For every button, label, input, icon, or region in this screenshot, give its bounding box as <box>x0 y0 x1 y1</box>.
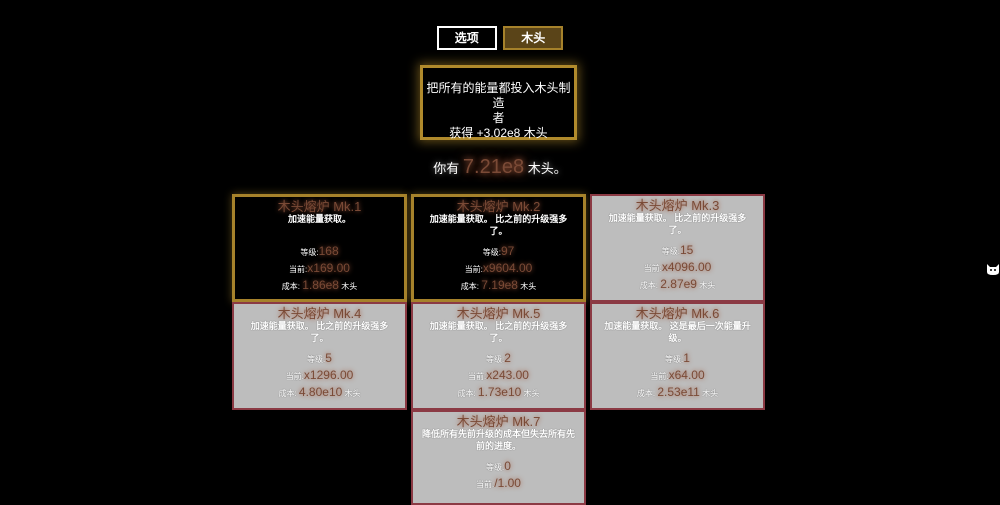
current-label: 当前: <box>464 265 483 274</box>
upgrade-card-mk7[interactable]: 木头熔炉 Mk.7 降低所有先前升级的成本但失去所有先前的进度。 等级:0 当前:/1… <box>411 410 586 505</box>
current-value: /1.00 <box>494 476 521 490</box>
cost-unit: 木头 <box>520 282 537 291</box>
upgrade-level: 等级:97 <box>414 243 583 260</box>
current-value: x64.00 <box>668 368 705 382</box>
upgrade-level: 等级:1 <box>592 350 763 367</box>
upgrade-current: 当前:x243.00 <box>413 367 584 384</box>
cost-unit: 木头 <box>341 282 358 291</box>
level-label: 等级: <box>486 463 505 472</box>
invest-button-line-1: 把所有的能量都投入木头制造 <box>426 81 571 110</box>
upgrade-current: 当前:x4096.00 <box>592 259 763 276</box>
upgrade-level: 等级:0 <box>413 458 584 475</box>
cost-label: 成本: <box>457 389 476 398</box>
cost-label: 成本: <box>281 282 301 291</box>
upgrade-cost: 成本: 2.53e11 木头 <box>592 384 763 401</box>
resource-amount: 7.21e8 <box>462 156 525 178</box>
level-label: 等级: <box>307 355 326 364</box>
invest-energy-button[interactable]: 把所有的能量都投入木头制造 者 获得 +3.02e8 木头 <box>420 65 577 140</box>
level-value: 1 <box>683 351 690 365</box>
upgrade-cost: 成本: 7.19e8 木头 <box>414 277 583 294</box>
level-value: 168 <box>318 244 339 258</box>
current-value: x169.00 <box>307 261 350 275</box>
upgrade-description: 加速能量获取。 比之前的升级强多了。 <box>429 214 568 236</box>
cost-value: 4.80e10 <box>298 385 343 399</box>
upgrade-title: 木头熔炉 Mk.6 <box>635 306 720 321</box>
upgrade-description: 降低所有先前升级的成本但失去所有先前的进度。 <box>421 429 575 451</box>
upgrade-level: 等级:5 <box>234 350 405 367</box>
upgrade-cost: 成本: 1.86e8 木头 <box>235 277 404 294</box>
cost-label: 成本: <box>639 281 659 290</box>
current-label: 当前: <box>650 372 669 381</box>
current-label: 当前: <box>285 372 304 381</box>
level-value: 15 <box>679 243 694 257</box>
cost-unit: 木头 <box>523 389 540 398</box>
upgrade-title: 木头熔炉 Mk.5 <box>456 306 541 321</box>
resource-suffix: 木头。 <box>527 161 567 176</box>
upgrade-current: 当前:x1296.00 <box>234 367 405 384</box>
cost-value: 1.73e10 <box>477 385 522 399</box>
level-label: 等级: <box>661 247 680 256</box>
cat-face-icon[interactable] <box>986 262 1000 278</box>
cost-value: 1.86e8 <box>302 278 339 292</box>
level-label: 等级: <box>300 248 319 257</box>
cost-unit: 木头 <box>699 281 716 290</box>
upgrade-card-mk6[interactable]: 木头熔炉 Mk.6 加速能量获取。 这是最后一次能量升级。 等级:1 当前:x64.0… <box>590 302 765 410</box>
cost-unit: 木头 <box>344 389 361 398</box>
current-value: x9604.00 <box>482 261 533 275</box>
upgrade-cost: 成本: 2.87e9 木头 <box>592 276 763 293</box>
level-value: 2 <box>504 351 511 365</box>
upgrade-title: 木头熔炉 Mk.2 <box>456 199 541 214</box>
invest-button-line-2: 者 <box>492 111 505 125</box>
tab-wood[interactable]: 木头 <box>503 26 564 50</box>
cost-label: 成本: <box>278 389 297 398</box>
cost-value: 2.87e9 <box>660 277 697 291</box>
upgrade-description: 加速能量获取。 比之前的升级强多了。 <box>250 321 389 343</box>
upgrade-title: 木头熔炉 Mk.4 <box>277 306 362 321</box>
upgrade-card-mk3[interactable]: 木头熔炉 Mk.3 加速能量获取。 比之前的升级强多了。 等级:15 当前:x4096… <box>590 194 765 302</box>
cost-unit: 木头 <box>702 389 719 398</box>
upgrade-card-mk5[interactable]: 木头熔炉 Mk.5 加速能量获取。 比之前的升级强多了。 等级:2 当前:x243.0… <box>411 302 586 410</box>
upgrade-current: 当前:/1.00 <box>413 475 584 492</box>
level-value: 97 <box>500 244 515 258</box>
upgrade-description: 加速能量获取。 这是最后一次能量升级。 <box>604 321 751 343</box>
upgrade-level: 等级:15 <box>592 242 763 259</box>
upgrade-level: 等级:2 <box>413 350 584 367</box>
upgrade-cost: 成本: 4.80e10 木头 <box>234 384 405 401</box>
level-label: 等级: <box>482 248 501 257</box>
upgrade-description: 加速能量获取。 <box>287 214 351 224</box>
upgrade-current: 当前:x169.00 <box>235 260 404 277</box>
current-label: 当前: <box>643 264 662 273</box>
level-label: 等级: <box>486 355 505 364</box>
upgrade-title: 木头熔炉 Mk.3 <box>635 198 720 213</box>
resource-display: 你有 7.21e8 木头。 <box>0 156 1000 179</box>
cost-label: 成本: <box>460 282 480 291</box>
upgrade-title: 木头熔炉 Mk.7 <box>456 414 541 429</box>
invest-button-gain: 获得 +3.02e8 木头 <box>449 126 548 140</box>
tab-options[interactable]: 选项 <box>436 26 497 50</box>
tab-bar: 选项 木头 <box>0 26 1000 50</box>
current-label: 当前: <box>476 480 495 489</box>
level-value: 0 <box>504 459 511 473</box>
upgrade-level: 等级:168 <box>235 243 404 260</box>
level-value: 5 <box>325 351 332 365</box>
resource-prefix: 你有 <box>433 161 460 176</box>
cost-value: 2.53e11 <box>657 385 700 399</box>
upgrade-card-mk2[interactable]: 木头熔炉 Mk.2 加速能量获取。 比之前的升级强多了。 等级:97 当前:x9604… <box>411 194 586 302</box>
upgrade-cost: 成本: 1.73e10 木头 <box>413 384 584 401</box>
current-label: 当前: <box>468 372 487 381</box>
current-value: x4096.00 <box>661 260 712 274</box>
upgrade-card-mk4[interactable]: 木头熔炉 Mk.4 加速能量获取。 比之前的升级强多了。 等级:5 当前:x1296.… <box>232 302 407 410</box>
upgrade-current: 当前:x9604.00 <box>414 260 583 277</box>
upgrade-description: 加速能量获取。 比之前的升级强多了。 <box>608 213 747 235</box>
cost-label: 成本: <box>636 389 656 398</box>
level-label: 等级: <box>665 355 684 364</box>
upgrade-description: 加速能量获取。 比之前的升级强多了。 <box>429 321 568 343</box>
upgrade-card-mk1[interactable]: 木头熔炉 Mk.1 加速能量获取。 等级:168 当前:x169.00 成本: 1.86… <box>232 194 407 302</box>
current-value: x243.00 <box>486 368 529 382</box>
cost-value: 7.19e8 <box>481 278 518 292</box>
upgrade-title: 木头熔炉 Mk.1 <box>277 199 362 214</box>
current-label: 当前: <box>289 265 308 274</box>
current-value: x1296.00 <box>303 368 354 382</box>
upgrade-current: 当前:x64.00 <box>592 367 763 384</box>
